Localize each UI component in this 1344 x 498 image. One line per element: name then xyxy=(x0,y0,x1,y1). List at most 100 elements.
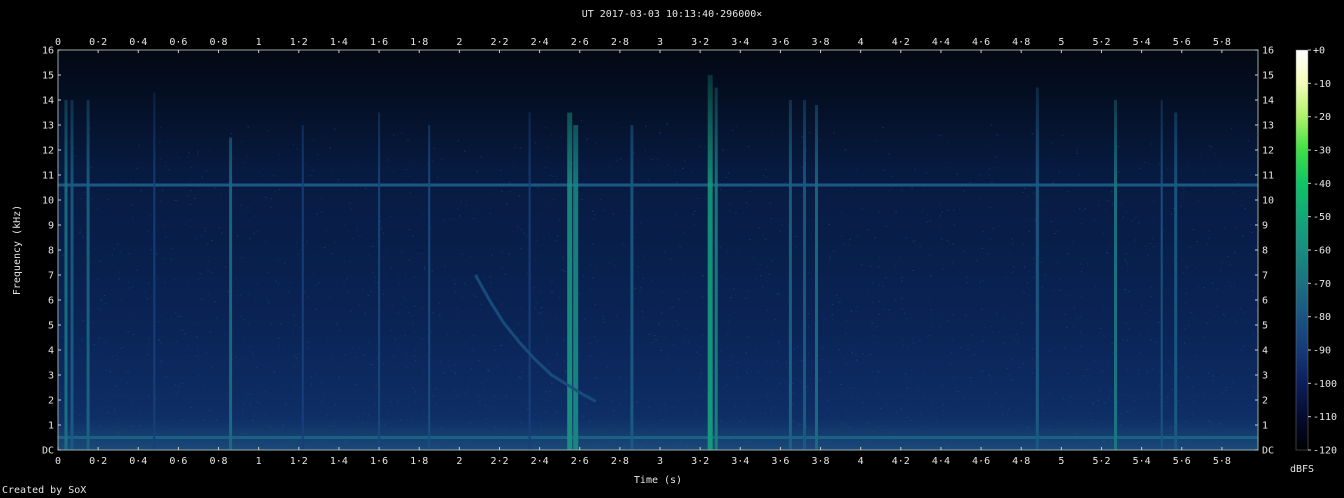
colorbar-tick-label: -80 xyxy=(1313,312,1331,323)
x-tick-label-top: 0·4 xyxy=(129,37,147,48)
sferic-line xyxy=(428,125,431,450)
sferic-line xyxy=(1035,87,1039,450)
colorbar-tick-label: +0 xyxy=(1313,46,1325,57)
x-tick-label-bottom: 3·6 xyxy=(771,456,789,467)
x-tick-label-bottom: 3 xyxy=(657,456,663,467)
sferic-line xyxy=(153,92,156,450)
x-tick-label-bottom: 4·8 xyxy=(1012,456,1030,467)
colorbar-gradient xyxy=(1296,50,1308,450)
y-tick-label-left: 2 xyxy=(48,396,54,407)
y-tick-label-left: 8 xyxy=(48,246,54,257)
y-tick-label-left: 6 xyxy=(48,296,54,307)
y-tick-label-left: 1 xyxy=(48,421,54,432)
colorbar-tick-label: -100 xyxy=(1313,379,1337,390)
sferic-line xyxy=(378,112,381,450)
y-tick-label-left: DC xyxy=(42,446,54,457)
x-tick-label-top: 3 xyxy=(657,37,663,48)
sferic-line xyxy=(70,100,74,450)
sferic-line xyxy=(86,100,90,450)
hum-line xyxy=(58,394,1258,396)
sferic-line xyxy=(567,112,573,450)
y-tick-label-right: 13 xyxy=(1262,121,1274,132)
x-tick-label-bottom: 5 xyxy=(1058,456,1064,467)
x-tick-label-bottom: 2·8 xyxy=(611,456,629,467)
colorbar-tick-label: -20 xyxy=(1313,112,1331,123)
x-tick-label-top: 5·4 xyxy=(1133,37,1151,48)
x-tick-label-bottom: 0·4 xyxy=(129,456,147,467)
x-tick-label-top: 3·6 xyxy=(771,37,789,48)
x-tick-label-bottom: 1·6 xyxy=(370,456,388,467)
x-tick-label-bottom: 5·8 xyxy=(1213,456,1231,467)
y-tick-label-left: 11 xyxy=(42,171,54,182)
x-tick-label-top: 1 xyxy=(256,37,262,48)
y-tick-label-right: 1 xyxy=(1262,421,1268,432)
x-tick-label-bottom: 5·4 xyxy=(1133,456,1151,467)
colorbar-tick-label: -30 xyxy=(1313,146,1331,157)
x-tick-label-top: 5·6 xyxy=(1173,37,1191,48)
x-tick-label-top: 5 xyxy=(1058,37,1064,48)
x-tick-label-top: 1·4 xyxy=(330,37,348,48)
x-tick-label-bottom: 0·8 xyxy=(210,456,228,467)
low-tone-line xyxy=(58,436,1258,439)
x-tick-label-bottom: 3·2 xyxy=(691,456,709,467)
y-tick-label-left: 14 xyxy=(42,96,54,107)
x-tick-label-top: 4·6 xyxy=(972,37,990,48)
x-tick-label-bottom: 5·2 xyxy=(1092,456,1110,467)
y-tick-label-right: 16 xyxy=(1262,46,1274,57)
x-tick-label-top: 2·4 xyxy=(531,37,549,48)
sferic-line xyxy=(229,137,233,450)
sferic-line xyxy=(64,100,68,450)
x-tick-label-bottom: 2·4 xyxy=(531,456,549,467)
x-tick-label-top: 1·2 xyxy=(290,37,308,48)
colorbar-tick-label: -110 xyxy=(1313,412,1337,423)
x-tick-label-bottom: 2 xyxy=(456,456,462,467)
x-tick-label-bottom: 4·6 xyxy=(972,456,990,467)
y-tick-label-right: 12 xyxy=(1262,146,1274,157)
y-tick-label-left: 9 xyxy=(48,221,54,232)
y-tick-label-left: 4 xyxy=(48,346,54,357)
x-tick-label-top: 5·8 xyxy=(1213,37,1231,48)
spectrogram-chart: 000·20·20·40·40·60·60·80·8111·21·21·41·4… xyxy=(12,37,1337,486)
x-tick-label-top: 0·2 xyxy=(89,37,107,48)
x-tick-label-bottom: 4·4 xyxy=(932,456,950,467)
x-tick-label-top: 2·2 xyxy=(490,37,508,48)
sferic-line xyxy=(1114,100,1117,450)
colorbar: +0 -10 -20 -30 -40 -50 -60 -70 -80 -90 -100 -110 -12… xyxy=(1290,46,1337,476)
y-tick-label-left: 3 xyxy=(48,371,54,382)
x-tick-label-bottom: 3·4 xyxy=(731,456,749,467)
colorbar-label: dBFS xyxy=(1290,464,1314,475)
y-tick-label-right: DC xyxy=(1262,446,1274,457)
x-tick-label-top: 1·8 xyxy=(410,37,428,48)
sferic-line xyxy=(1174,112,1178,450)
x-tick-label-bottom: 5·6 xyxy=(1173,456,1191,467)
tone-line xyxy=(58,183,1258,187)
x-tick-label-top: 5·2 xyxy=(1092,37,1110,48)
y-tick-label-left: 10 xyxy=(42,196,54,207)
y-tick-label-right: 15 xyxy=(1262,71,1274,82)
x-tick-label-bottom: 0·6 xyxy=(169,456,187,467)
sferic-line xyxy=(1160,100,1163,450)
sferic-line xyxy=(528,112,531,450)
colorbar-tick-label: -10 xyxy=(1313,79,1331,90)
y-tick-label-right: 14 xyxy=(1262,96,1274,107)
x-tick-label-top: 4·2 xyxy=(892,37,910,48)
sferic-line xyxy=(630,125,634,450)
sferic-line xyxy=(573,125,579,450)
x-tick-label-top: 4 xyxy=(858,37,864,48)
y-tick-label-left: 12 xyxy=(42,146,54,157)
x-tick-label-top: 4·4 xyxy=(932,37,950,48)
x-tick-label-top: 2 xyxy=(456,37,462,48)
x-tick-label-top: 3·4 xyxy=(731,37,749,48)
sferic-line xyxy=(707,75,713,450)
x-axis-label: Time (s) xyxy=(634,475,682,486)
sferic-line xyxy=(815,105,818,450)
y-tick-label-left: 16 xyxy=(42,46,54,57)
plot-area xyxy=(58,50,1260,451)
y-tick-label-right: 3 xyxy=(1262,371,1268,382)
x-tick-label-top: 0·8 xyxy=(210,37,228,48)
x-tick-label-top: 4·8 xyxy=(1012,37,1030,48)
colorbar-tick-label: -40 xyxy=(1313,179,1331,190)
x-tick-label-top: 3·2 xyxy=(691,37,709,48)
x-tick-label-bottom: 1·4 xyxy=(330,456,348,467)
x-tick-label-top: 0·6 xyxy=(169,37,187,48)
